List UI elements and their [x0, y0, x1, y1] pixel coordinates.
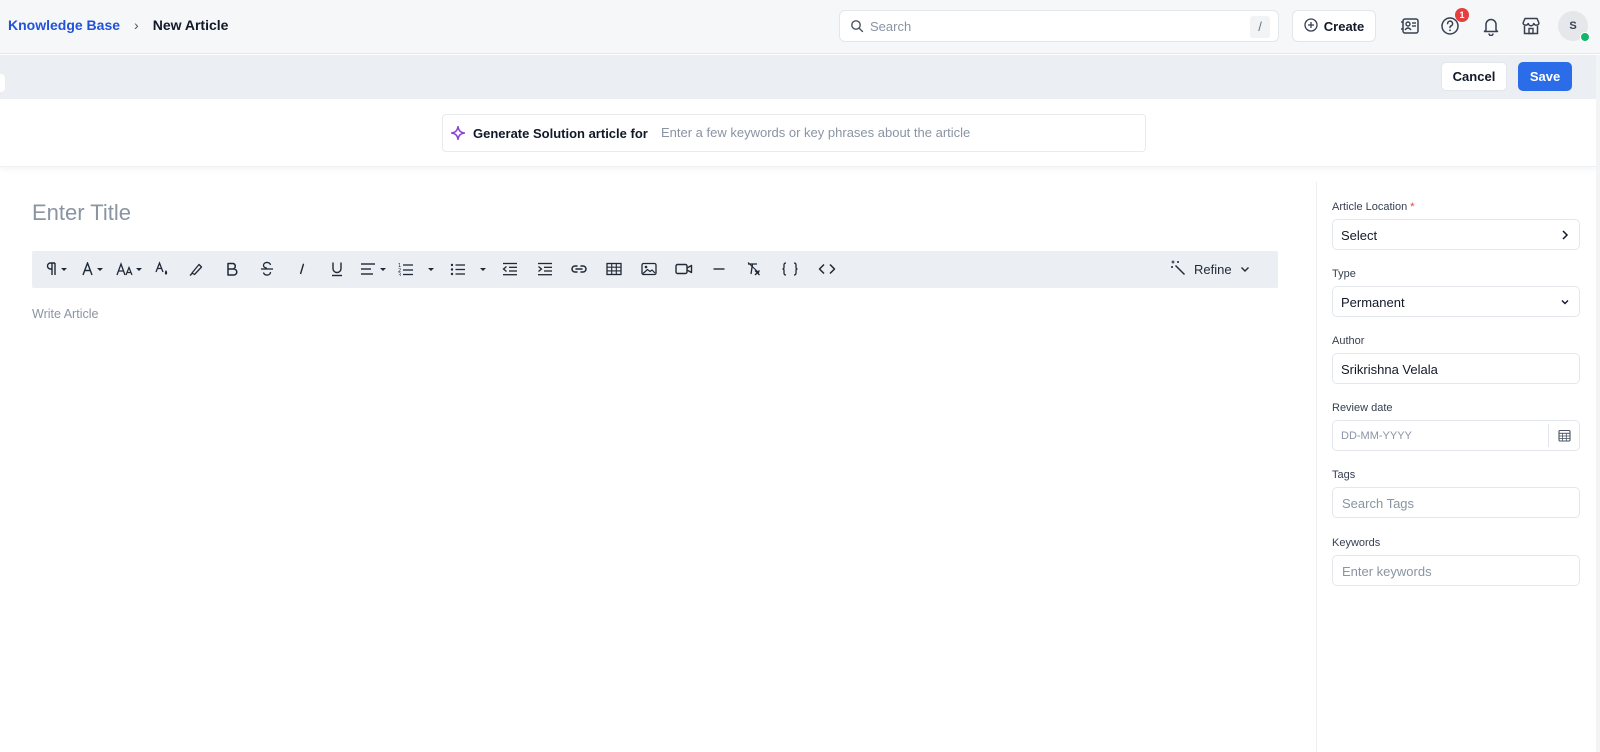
chevron-right-icon: › — [134, 17, 139, 33]
link-icon[interactable] — [569, 259, 589, 279]
code-block-icon[interactable] — [779, 259, 801, 279]
italic-icon[interactable] — [292, 259, 312, 279]
tags-search-input[interactable]: Search Tags — [1332, 487, 1580, 518]
top-bar: Knowledge Base › New Article Search / Cr… — [0, 0, 1600, 54]
strikethrough-icon[interactable] — [257, 259, 277, 279]
type-label: Type — [1332, 268, 1356, 280]
underline-icon[interactable] — [327, 259, 347, 279]
type-select[interactable]: Permanent — [1332, 286, 1580, 317]
page-scrollbar[interactable] — [1596, 55, 1600, 752]
type-value: Permanent — [1341, 295, 1405, 310]
review-date-label: Review date — [1332, 402, 1393, 414]
keywords-label: Keywords — [1332, 537, 1381, 549]
outdent-icon[interactable] — [500, 259, 520, 279]
tags-placeholder: Search Tags — [1342, 496, 1415, 511]
indent-icon[interactable] — [535, 259, 555, 279]
align-icon[interactable] — [360, 259, 390, 279]
text-color-icon[interactable] — [152, 259, 172, 279]
video-icon[interactable] — [674, 259, 694, 279]
search-shortcut-key: / — [1250, 16, 1270, 38]
font-size-icon[interactable] — [116, 259, 146, 279]
tags-label: Tags — [1332, 469, 1356, 481]
ai-sparkle-icon — [450, 125, 466, 145]
refine-button[interactable]: Refine — [1170, 259, 1250, 279]
search-icon — [850, 19, 864, 38]
keywords-input[interactable]: Enter keywords — [1332, 555, 1580, 586]
cancel-button[interactable]: Cancel — [1441, 62, 1507, 91]
table-icon[interactable] — [604, 259, 624, 279]
breadcrumb-knowledge-base-link[interactable]: Knowledge Base — [8, 17, 120, 33]
bold-icon[interactable] — [222, 259, 242, 279]
save-button[interactable]: Save — [1518, 62, 1572, 91]
search-placeholder: Search — [870, 19, 912, 34]
article-location-select[interactable]: Select — [1332, 219, 1580, 250]
review-date-input[interactable]: DD-MM-YYYY — [1332, 420, 1580, 451]
chevron-down-icon — [1560, 296, 1570, 311]
clear-formatting-icon[interactable] — [744, 259, 764, 279]
editor-toolbar: 123 Refine — [32, 251, 1278, 288]
magic-wand-icon — [1170, 260, 1186, 279]
chevron-right-icon — [1560, 229, 1570, 244]
calendar-icon[interactable] — [1558, 429, 1571, 445]
author-field[interactable]: Srikrishna Velala — [1332, 353, 1580, 384]
author-value: Srikrishna Velala — [1341, 362, 1438, 377]
chevron-down-icon — [1240, 262, 1250, 277]
create-label: Create — [1323, 18, 1365, 34]
global-search-input[interactable]: Search / — [839, 10, 1279, 42]
help-notification-badge: 1 — [1455, 8, 1469, 22]
article-body-editor[interactable]: Write Article — [32, 307, 98, 321]
highlight-icon[interactable] — [186, 259, 206, 279]
paragraph-format-icon[interactable] — [46, 259, 72, 279]
article-location-value: Select — [1341, 228, 1378, 243]
review-date-placeholder: DD-MM-YYYY — [1341, 430, 1412, 442]
create-button[interactable]: Create — [1292, 10, 1376, 42]
article-location-label-text: Article Location — [1332, 201, 1408, 213]
article-location-label: Article Location * — [1332, 201, 1415, 213]
ai-generate-strip: Generate Solution article for Enter a fe… — [0, 99, 1596, 167]
sidebar-expand-handle[interactable] — [0, 74, 5, 92]
store-icon[interactable] — [1519, 14, 1543, 38]
font-family-icon[interactable] — [82, 259, 108, 279]
svg-text:3: 3 — [398, 273, 401, 277]
article-title-input[interactable]: Enter Title — [32, 200, 131, 226]
ai-generate-label: Generate Solution article for — [473, 126, 648, 141]
unordered-list-icon[interactable] — [450, 259, 490, 279]
refine-label: Refine — [1194, 261, 1232, 277]
breadcrumb: Knowledge Base › New Article — [8, 17, 228, 33]
ai-generate-input[interactable]: Generate Solution article for Enter a fe… — [442, 114, 1146, 152]
author-label: Author — [1332, 335, 1365, 347]
online-status-dot — [1580, 32, 1590, 42]
keywords-placeholder: Enter keywords — [1342, 564, 1432, 579]
ordered-list-icon[interactable]: 123 — [398, 259, 438, 279]
ai-generate-placeholder: Enter a few keywords or key phrases abou… — [661, 125, 971, 140]
page-title: New Article — [152, 17, 229, 33]
source-code-icon[interactable] — [816, 259, 838, 279]
divider — [1548, 424, 1549, 447]
horizontal-rule-icon[interactable] — [709, 259, 729, 279]
required-mark: * — [1410, 201, 1415, 213]
contact-card-icon[interactable] — [1398, 14, 1422, 38]
plus-circle-icon — [1304, 17, 1318, 35]
image-icon[interactable] — [639, 259, 659, 279]
action-bar: Cancel Save — [0, 55, 1596, 99]
article-properties-panel: Article Location * Select Type Permanent… — [1316, 182, 1600, 752]
bell-icon[interactable] — [1479, 14, 1503, 38]
